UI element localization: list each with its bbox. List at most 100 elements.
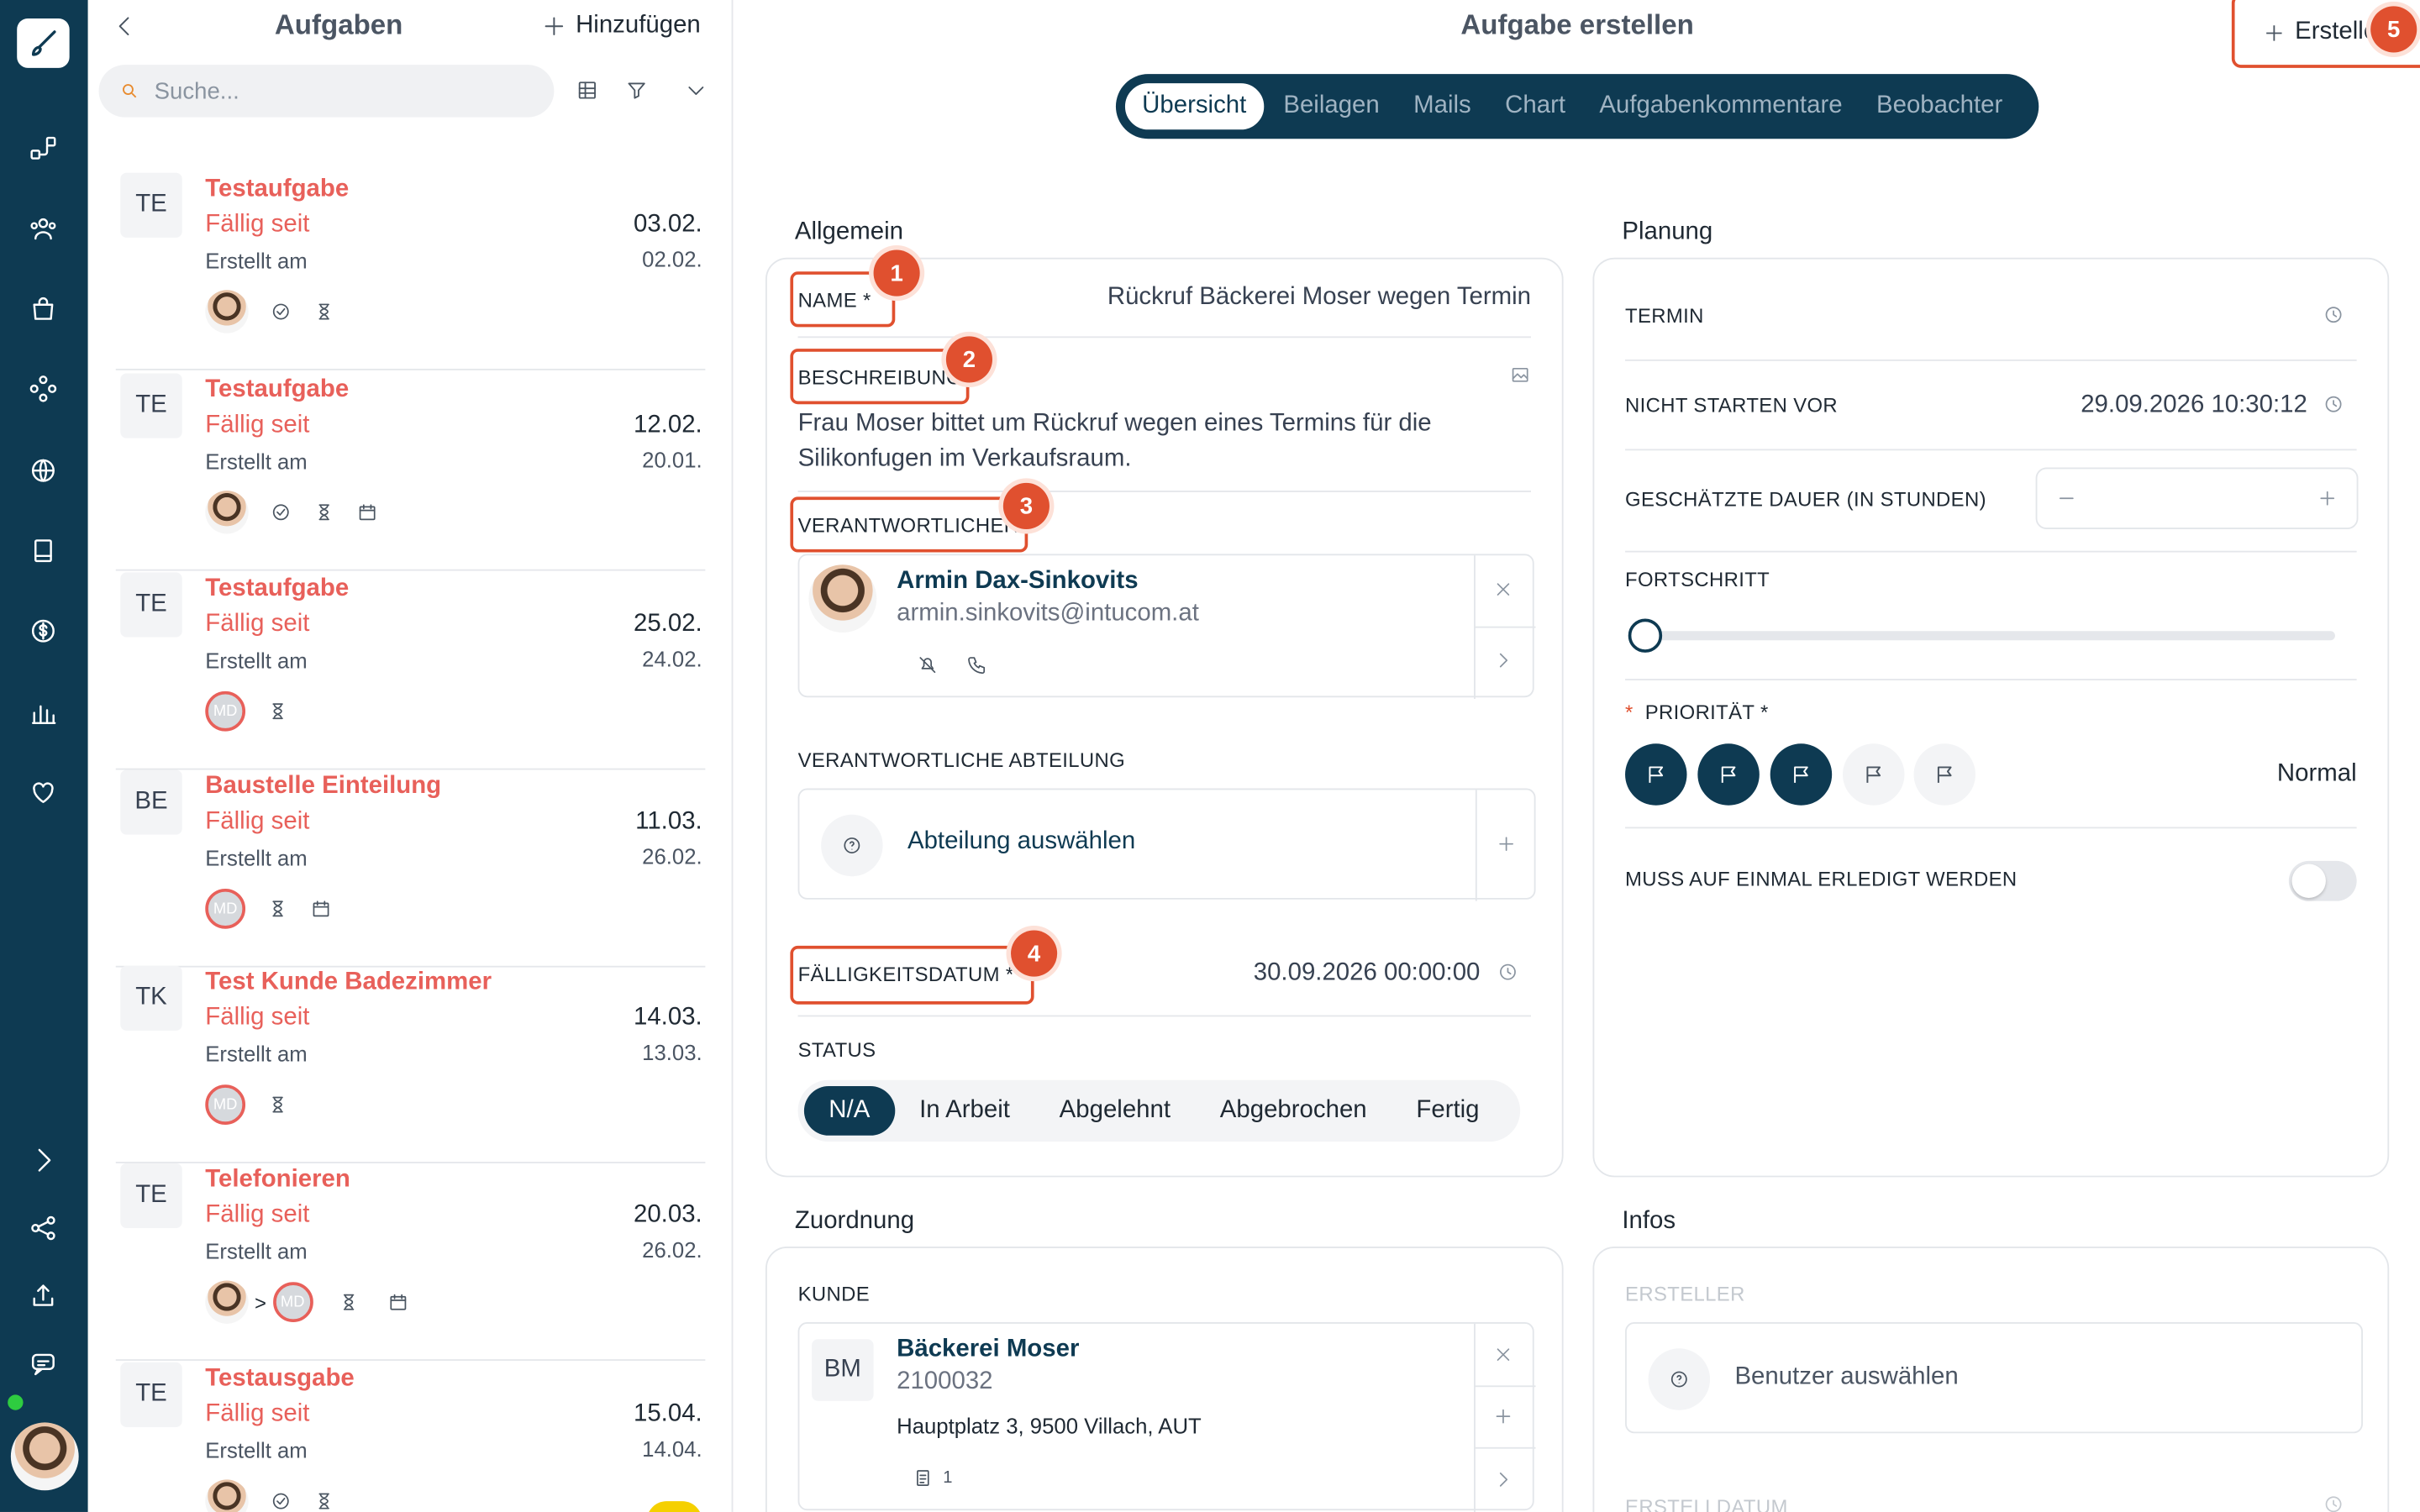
app-root: Aufgaben Hinzufügen Suche... TE Testaufg… bbox=[0, 0, 2420, 1512]
tab-mails[interactable]: Mails bbox=[1397, 81, 1488, 133]
description-field[interactable]: Frau Moser bittet um Rückruf wegen eines… bbox=[798, 406, 1477, 476]
department-select[interactable]: Abteilung auswählen bbox=[797, 788, 1536, 901]
status-option-fertig[interactable]: Fertig bbox=[1392, 1086, 1504, 1136]
filter-icon[interactable] bbox=[625, 79, 649, 110]
task-due-label: Fällig seit bbox=[205, 611, 310, 638]
divider bbox=[1475, 790, 1477, 901]
status-option-in-arbeit[interactable]: In Arbeit bbox=[895, 1086, 1035, 1136]
back-icon[interactable] bbox=[113, 13, 137, 48]
not-before-field[interactable]: 29.09.2026 10:30:12 bbox=[2081, 392, 2307, 420]
minus-icon[interactable] bbox=[2055, 487, 2077, 517]
clock-icon[interactable] bbox=[1497, 961, 1519, 990]
tab-uebersicht[interactable]: Übersicht bbox=[1122, 80, 1267, 133]
divider bbox=[1474, 626, 1536, 628]
divider bbox=[1474, 1385, 1536, 1388]
network-icon[interactable] bbox=[24, 370, 61, 407]
priority-flag-3[interactable] bbox=[1770, 743, 1833, 806]
tab-chart[interactable]: Chart bbox=[1488, 81, 1582, 133]
share-icon[interactable] bbox=[24, 1210, 61, 1247]
customer-number: 2100032 bbox=[897, 1368, 993, 1395]
priority-flag-2[interactable] bbox=[1697, 743, 1760, 806]
phone-icon[interactable] bbox=[966, 654, 988, 684]
creator-select[interactable]: Benutzer auswählen bbox=[1625, 1322, 2363, 1434]
task-due-date: 20.03. bbox=[633, 1201, 702, 1229]
step-badge: 4 bbox=[1011, 930, 1058, 977]
clock-icon[interactable] bbox=[2323, 393, 2344, 423]
department-placeholder: Abteilung auswählen bbox=[907, 828, 1136, 855]
bar-chart-icon[interactable] bbox=[24, 695, 61, 732]
step-badge: 2 bbox=[945, 336, 992, 383]
check-circle-icon bbox=[272, 1493, 289, 1509]
search-input[interactable]: Suche... bbox=[98, 65, 555, 118]
tab-aufgabenkommentare[interactable]: Aufgabenkommentare bbox=[1582, 81, 1860, 133]
documents-count[interactable]: 1 bbox=[912, 1467, 952, 1489]
name-field[interactable]: Rückruf Bäckerei Moser wegen Termin bbox=[1107, 284, 1531, 312]
task-item[interactable]: BE Baustelle Einteilung Fällig seit Erst… bbox=[115, 769, 706, 968]
add-task-button[interactable]: Hinzufügen bbox=[542, 13, 701, 40]
image-icon[interactable] bbox=[1509, 364, 1531, 393]
plus-icon[interactable] bbox=[1492, 1405, 1514, 1435]
clock-icon[interactable] bbox=[2323, 304, 2344, 333]
hourglass-icon bbox=[318, 1493, 329, 1509]
task-item[interactable]: TE Testaufgabe Fällig seit Erstellt am 2… bbox=[115, 572, 706, 770]
due-date-field[interactable]: 30.09.2026 00:00:00 bbox=[1254, 959, 1481, 987]
created-date-label: ERSTELLDATUM bbox=[1625, 1494, 1788, 1512]
task-created-label: Erstellt am bbox=[205, 1437, 308, 1463]
chevron-right-icon[interactable] bbox=[1492, 649, 1514, 679]
progress-slider-handle[interactable] bbox=[1628, 618, 1663, 653]
tab-beilagen[interactable]: Beilagen bbox=[1266, 81, 1397, 133]
globe-icon[interactable] bbox=[24, 452, 61, 489]
chevron-right-icon[interactable] bbox=[24, 1142, 61, 1179]
task-item[interactable]: TE Testaufgabe Fällig seit Erstellt am 0… bbox=[115, 172, 706, 370]
users-icon[interactable] bbox=[24, 210, 61, 247]
person-name: Armin Dax-Sinkovits bbox=[897, 567, 1139, 595]
task-created-date: 26.02. bbox=[642, 1237, 702, 1263]
highlight-box bbox=[790, 349, 970, 405]
task-due-label: Fällig seit bbox=[205, 412, 310, 438]
duration-stepper[interactable] bbox=[2035, 467, 2359, 529]
upload-icon[interactable] bbox=[24, 1278, 61, 1315]
chevron-down-icon[interactable] bbox=[684, 79, 708, 110]
responsible-person-card[interactable]: Armin Dax-Sinkovits armin.sinkovits@intu… bbox=[797, 554, 1536, 700]
status-option-abgebrochen[interactable]: Abgebrochen bbox=[1195, 1086, 1392, 1136]
bag-icon[interactable] bbox=[24, 290, 61, 327]
priority-flag-4[interactable] bbox=[1843, 743, 1905, 806]
toggle-knob bbox=[2291, 864, 2326, 898]
divider bbox=[1625, 679, 2357, 680]
heart-icon[interactable] bbox=[24, 774, 61, 811]
priority-flag-5[interactable] bbox=[1913, 743, 1975, 806]
task-item[interactable]: TE Testausgabe Fällig seit Erstellt am 1… bbox=[116, 1362, 706, 1512]
table-view-icon[interactable] bbox=[576, 79, 599, 110]
remove-icon[interactable] bbox=[1492, 1344, 1514, 1373]
dollar-icon[interactable] bbox=[24, 612, 61, 649]
customer-card[interactable]: BM Bäckerei Moser 2100032 Hauptplatz 3, … bbox=[797, 1322, 1536, 1512]
status-label: STATUS bbox=[797, 1038, 876, 1062]
task-item[interactable]: TK Test Kunde Badezimmer Fällig seit Ers… bbox=[115, 965, 706, 1163]
task-created-date: 24.02. bbox=[642, 646, 702, 671]
task-item[interactable]: TE Testaufgabe Fällig seit Erstellt am 1… bbox=[115, 373, 706, 571]
plus-icon[interactable] bbox=[2317, 487, 2338, 517]
plus-icon bbox=[544, 17, 564, 35]
add-department-icon[interactable] bbox=[1496, 833, 1518, 863]
divider bbox=[1474, 1446, 1536, 1449]
tab-beobachter[interactable]: Beobachter bbox=[1860, 81, 2020, 133]
status-option-abgelehnt[interactable]: Abgelehnt bbox=[1034, 1086, 1195, 1136]
workflow-icon[interactable] bbox=[24, 129, 61, 166]
task-item[interactable]: TE Telefonieren Fällig seit Erstellt am … bbox=[115, 1163, 706, 1361]
step-badge: 1 bbox=[873, 249, 920, 297]
once-toggle[interactable] bbox=[2288, 860, 2357, 901]
book-icon[interactable] bbox=[24, 533, 61, 570]
task-due-date: 12.02. bbox=[633, 412, 702, 438]
divider bbox=[1474, 1323, 1476, 1512]
chevron-right-icon[interactable] bbox=[1492, 1469, 1514, 1499]
user-avatar[interactable] bbox=[10, 1422, 79, 1491]
status-option-na[interactable]: N/A bbox=[803, 1086, 895, 1136]
calendar-icon bbox=[313, 900, 329, 917]
chat-icon[interactable] bbox=[24, 1346, 61, 1383]
remove-icon[interactable] bbox=[1492, 579, 1514, 608]
section-planung: Planung bbox=[1622, 218, 1713, 246]
divider bbox=[797, 491, 1532, 492]
priority-flag-1[interactable] bbox=[1625, 743, 1687, 806]
app-logo[interactable] bbox=[17, 18, 70, 68]
no-notification-icon[interactable] bbox=[917, 654, 939, 684]
